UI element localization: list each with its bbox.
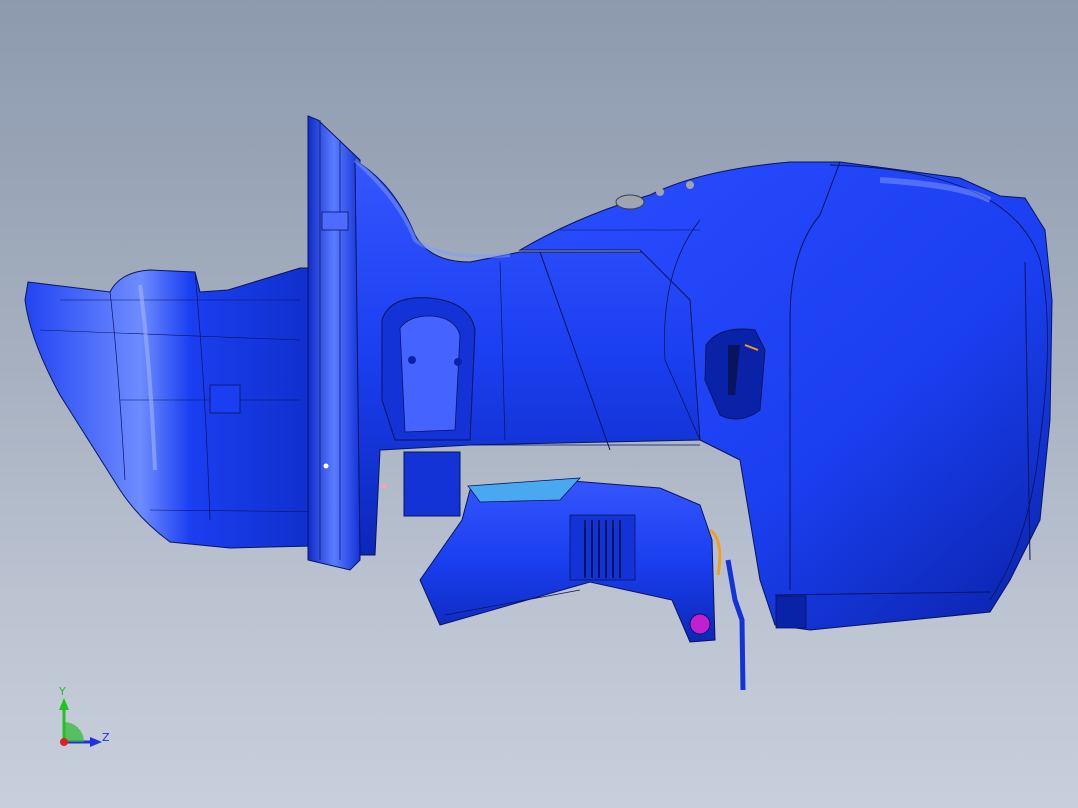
mounting-plate[interactable]	[419, 477, 746, 691]
x-axis-dot	[60, 738, 68, 746]
cad-viewport[interactable]: Y Z	[0, 0, 1078, 808]
z-axis-arrow	[90, 737, 102, 747]
y-axis-arrow	[59, 698, 69, 710]
y-axis-label: Y	[59, 685, 66, 698]
orientation-triad[interactable]: Y Z	[50, 684, 120, 754]
gearcase[interactable]	[24, 267, 356, 549]
exhaust-block[interactable]	[403, 451, 461, 517]
pivot-joint[interactable]	[689, 613, 711, 635]
z-axis-label: Z	[102, 731, 110, 744]
outboard-motor-model[interactable]	[0, 0, 1078, 808]
filler-cap[interactable]	[615, 194, 645, 210]
triad-plane-sector	[64, 722, 84, 742]
